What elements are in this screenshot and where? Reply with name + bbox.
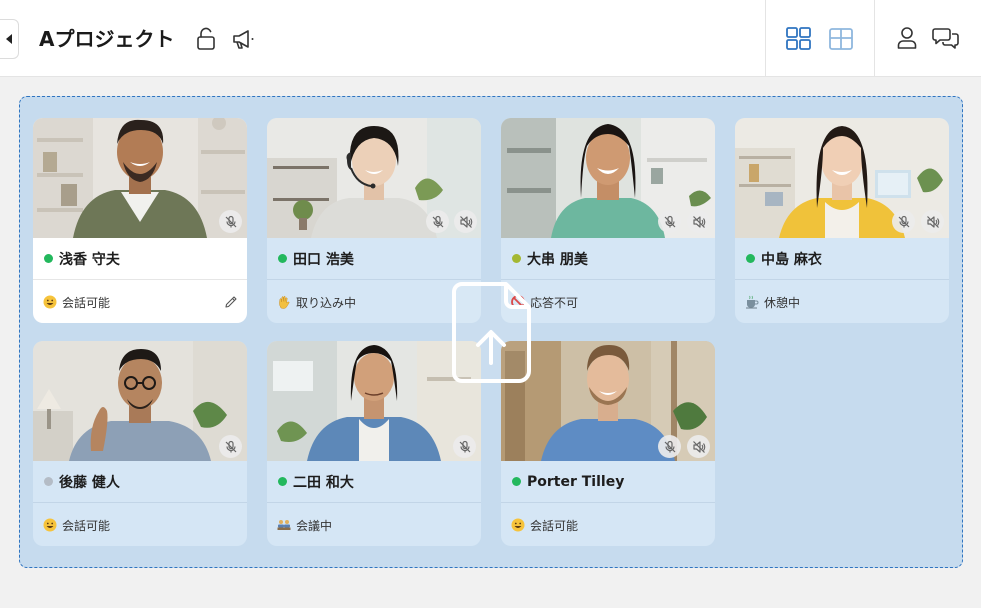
member-status-row: 会話可能: [33, 504, 247, 546]
speaker-muted-icon: [687, 435, 710, 458]
grinning-face-icon: [43, 295, 57, 309]
mic-muted-icon: [453, 435, 476, 458]
member-video: [267, 341, 481, 461]
member-status: 会話可能: [62, 295, 111, 310]
mic-muted-icon: [892, 210, 915, 233]
member-name: 田口 浩美: [293, 251, 354, 268]
member-video: [501, 118, 715, 238]
member-status-row: 会議中: [267, 504, 481, 546]
member-status: 会議中: [296, 518, 333, 533]
member-video: [33, 118, 247, 238]
member-video: [501, 341, 715, 461]
raised-hand-icon: [277, 295, 291, 309]
member-name: 後藤 健人: [59, 474, 120, 491]
mic-muted-icon: [219, 210, 242, 233]
member-status-row: 取り込み中: [267, 281, 481, 323]
mic-muted-icon: [219, 435, 242, 458]
header-divider: [765, 0, 766, 77]
member-name-row: 後藤 健人: [33, 461, 247, 503]
mic-muted-icon: [426, 210, 449, 233]
member-card[interactable]: 浅香 守夫 会話可能: [33, 118, 247, 323]
member-name-row: 田口 浩美: [267, 238, 481, 280]
project-title: Aプロジェクト: [39, 27, 175, 51]
member-card[interactable]: 二田 和大 会議中: [267, 341, 481, 546]
header-divider: [874, 0, 875, 77]
member-name-row: 大串 朋美: [501, 238, 715, 280]
top-bar: Aプロジェクト: [0, 0, 981, 77]
mic-muted-icon: [658, 435, 681, 458]
member-card[interactable]: Porter Tilley 会話可能: [501, 341, 715, 546]
coffee-icon: [745, 295, 759, 309]
member-video: [267, 118, 481, 238]
presence-dot: [746, 254, 755, 263]
member-name: Porter Tilley: [527, 473, 625, 490]
presence-dot: [44, 477, 53, 486]
megaphone-icon[interactable]: [231, 26, 257, 52]
member-card[interactable]: 大串 朋美 応答不可: [501, 118, 715, 323]
member-name: 中島 麻衣: [761, 251, 822, 268]
presence-dot: [278, 254, 287, 263]
member-status: 会話可能: [62, 518, 111, 533]
member-card[interactable]: 中島 麻衣 休憩中: [735, 118, 949, 323]
member-status-row: 休憩中: [735, 281, 949, 323]
member-status-row: 応答不可: [501, 281, 715, 323]
speaker-muted-icon: [454, 210, 477, 233]
member-name: 浅香 守夫: [59, 251, 120, 268]
presence-dot: [512, 254, 521, 263]
pencil-icon[interactable]: [223, 294, 239, 310]
member-card[interactable]: 後藤 健人 会話可能: [33, 341, 247, 546]
grid-view-icon[interactable]: [785, 26, 812, 52]
member-status: 取り込み中: [296, 295, 357, 310]
member-status: 会話可能: [530, 518, 579, 533]
grinning-face-icon: [43, 518, 57, 532]
presence-dot: [44, 254, 53, 263]
user-icon[interactable]: [895, 25, 919, 51]
member-name: 大串 朋美: [527, 251, 588, 268]
member-name-row: 浅香 守夫: [33, 238, 247, 280]
member-status-row: 会話可能: [33, 281, 247, 323]
member-status-row: 会話可能: [501, 504, 715, 546]
member-card[interactable]: 田口 浩美 取り込み中: [267, 118, 481, 323]
sidebar-collapse-button[interactable]: [0, 19, 19, 59]
presence-dot: [278, 477, 287, 486]
member-name-row: 二田 和大: [267, 461, 481, 503]
member-name-row: Porter Tilley: [501, 461, 715, 503]
member-name: 二田 和大: [293, 474, 354, 491]
chat-icon[interactable]: [931, 25, 960, 51]
member-video: [735, 118, 949, 238]
member-status: 休憩中: [764, 295, 801, 310]
grinning-face-icon: [511, 518, 525, 532]
member-status: 応答不可: [530, 295, 579, 310]
mic-muted-icon: [658, 210, 681, 233]
member-name-row: 中島 麻衣: [735, 238, 949, 280]
presence-dot: [512, 477, 521, 486]
meeting-icon: [277, 518, 291, 532]
unlock-icon[interactable]: [194, 26, 218, 52]
layout-view-icon[interactable]: [828, 26, 855, 52]
caret-left-icon: [6, 34, 12, 44]
speaker-muted-icon: [921, 210, 944, 233]
member-video: [33, 341, 247, 461]
file-upload-icon: [452, 281, 532, 384]
speaker-muted-icon: [687, 210, 710, 233]
